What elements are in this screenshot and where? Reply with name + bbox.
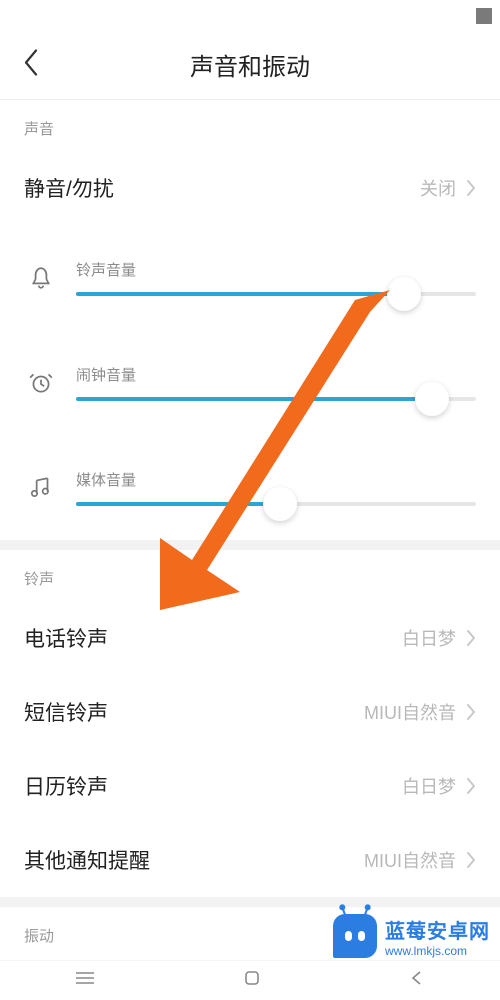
slider-alarm-label: 闹钟音量: [76, 364, 476, 385]
section-label-sound: 声音: [0, 100, 500, 151]
alarm-clock-icon: [24, 370, 58, 396]
slider-ringtone-track[interactable]: [76, 292, 476, 296]
row-calendar-ringtone-label: 日历铃声: [24, 771, 402, 801]
slider-ringtone[interactable]: 铃声音量: [0, 225, 500, 330]
row-other-notif-value: MIUI自然音: [364, 847, 456, 873]
nav-back-button[interactable]: [408, 969, 426, 992]
chevron-right-icon: [466, 777, 476, 795]
page-title: 声音和振动: [0, 47, 500, 82]
slider-ringtone-label: 铃声音量: [76, 259, 476, 280]
row-sms-ringtone-label: 短信铃声: [24, 697, 364, 727]
row-dnd-value: 关闭: [420, 175, 456, 201]
slider-media-fill: [76, 502, 280, 506]
watermark-title: 蓝莓安卓网: [385, 915, 490, 944]
row-other-notif-label: 其他通知提醒: [24, 845, 364, 875]
chevron-right-icon: [466, 703, 476, 721]
chevron-right-icon: [466, 851, 476, 869]
slider-alarm-thumb[interactable]: [415, 382, 449, 416]
section-gap: [0, 540, 500, 550]
slider-alarm-fill: [76, 397, 432, 401]
row-sms-ringtone-value: MIUI自然音: [364, 699, 456, 725]
chevron-right-icon: [466, 629, 476, 647]
chevron-left-icon: [22, 47, 40, 77]
slider-ringtone-thumb[interactable]: [387, 277, 421, 311]
watermark-logo-icon: [333, 914, 377, 958]
slider-ringtone-fill: [76, 292, 404, 296]
slider-alarm-track[interactable]: [76, 397, 476, 401]
status-block: [476, 8, 492, 24]
row-sms-ringtone[interactable]: 短信铃声 MIUI自然音: [0, 675, 500, 749]
watermark-url: www.lmkjs.com: [385, 944, 467, 958]
row-calendar-ringtone-value: 白日梦: [402, 773, 456, 799]
row-dnd-label: 静音/勿扰: [24, 173, 420, 203]
slider-media[interactable]: 媒体音量: [0, 435, 500, 540]
back-button[interactable]: [22, 47, 40, 82]
section-gap: [0, 897, 500, 907]
nav-home-button[interactable]: [243, 969, 261, 992]
status-bar: [0, 0, 500, 30]
row-calendar-ringtone[interactable]: 日历铃声 白日梦: [0, 749, 500, 823]
slider-media-thumb[interactable]: [263, 487, 297, 521]
bell-icon: [24, 265, 58, 291]
slider-media-track[interactable]: [76, 502, 476, 506]
row-phone-ringtone-value: 白日梦: [402, 625, 456, 651]
section-label-ringtone: 铃声: [0, 550, 500, 601]
slider-alarm[interactable]: 闹钟音量: [0, 330, 500, 435]
header: 声音和振动: [0, 30, 500, 100]
row-phone-ringtone[interactable]: 电话铃声 白日梦: [0, 601, 500, 675]
row-other-notif[interactable]: 其他通知提醒 MIUI自然音: [0, 823, 500, 897]
row-phone-ringtone-label: 电话铃声: [24, 623, 402, 653]
nav-recent-button[interactable]: [74, 969, 96, 992]
music-note-icon: [24, 475, 58, 501]
row-dnd[interactable]: 静音/勿扰 关闭: [0, 151, 500, 225]
chevron-right-icon: [466, 179, 476, 197]
android-navbar: [0, 960, 500, 1000]
watermark: 蓝莓安卓网 www.lmkjs.com: [333, 914, 490, 958]
